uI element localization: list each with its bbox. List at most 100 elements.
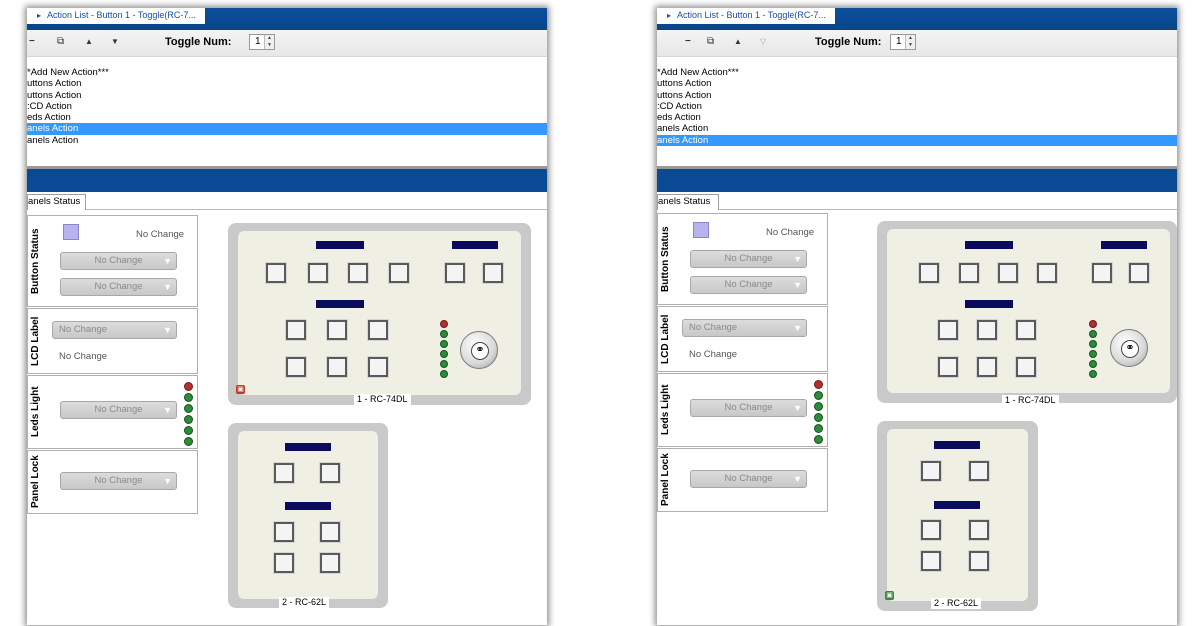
panel-lock-dropdown[interactable]: No Change ▼ [690,470,807,488]
key-switch-icon[interactable]: ⚭ [1110,329,1148,367]
panel-rc-62l[interactable]: ▣ 2 - RC-62L [877,421,1038,611]
button-status-dropdown-2[interactable]: No Change ▼ [60,278,177,296]
panel-rc-74dl[interactable]: ⚭ ▣ 1 - RC-74DL [228,223,531,405]
key-switch-icon[interactable]: ⚭ [460,331,498,369]
toggle-num-input[interactable]: 1 ▲ ▼ [890,34,916,50]
key-icon: ⚭ [1121,340,1139,358]
copy-icon[interactable]: ⧉ [57,36,64,47]
button-status-text: No Change [766,227,815,238]
section-header-bar [27,169,547,192]
tab-title: Action List - Button 1 - Toggle(RC-7... [47,10,196,20]
action-item[interactable]: uttons Action [657,78,1177,89]
tab-panels-status[interactable]: anels Status [657,194,720,210]
minus-icon[interactable]: − [685,36,691,47]
action-item[interactable]: :CD Action [657,101,1177,112]
panel-button[interactable] [367,319,389,341]
panel-button[interactable] [285,356,307,378]
panel-button[interactable] [918,262,940,284]
action-item[interactable]: eds Action [27,112,547,123]
leds-light-dropdown[interactable]: No Change ▼ [60,401,177,419]
panel-rc-74dl[interactable]: ⚭ 1 - RC-74DL [877,221,1177,406]
panel-button[interactable] [968,550,990,572]
action-item[interactable]: uttons Action [27,78,547,89]
color-swatch[interactable] [63,224,79,240]
panel-button[interactable] [1091,262,1113,284]
button-status-dropdown-1[interactable]: No Change ▼ [690,250,807,268]
button-status-dropdown-2[interactable]: No Change ▼ [690,276,807,294]
left-screenshot: ▸ Action List - Button 1 - Toggle(RC-7...… [27,8,547,625]
panel-button[interactable] [285,319,307,341]
panel-button[interactable] [976,356,998,378]
panel-button[interactable] [920,460,942,482]
panel-button[interactable] [319,462,341,484]
panel-button[interactable] [326,356,348,378]
button-status-dropdown-1[interactable]: No Change ▼ [60,252,177,270]
toggle-num-input[interactable]: 1 ▲ ▼ [249,34,275,50]
panel-rc-62l[interactable]: 2 - RC-62L [228,423,388,608]
panel-button[interactable] [388,262,410,284]
panel-button[interactable] [273,462,295,484]
panel-button[interactable] [273,552,295,574]
move-down-icon[interactable]: ▽ [760,37,766,46]
action-item[interactable]: anels Action [657,123,1177,134]
panel-button[interactable] [347,262,369,284]
panel-button[interactable] [1036,262,1058,284]
panel-button[interactable] [1015,319,1037,341]
panel-button[interactable] [319,552,341,574]
toggle-num-label: Toggle Num: [815,36,882,48]
right-screenshot: ▸ Action List - Button 1 - Toggle(RC-7...… [657,8,1177,625]
move-down-icon[interactable]: ▼ [111,37,119,46]
lcd-label-dropdown[interactable]: No Change ▼ [682,319,807,337]
action-item[interactable]: eds Action [657,112,1177,123]
color-swatch[interactable] [693,222,709,238]
action-item[interactable]: uttons Action [27,90,547,101]
panel-button[interactable] [937,319,959,341]
panel-button[interactable] [482,262,504,284]
panel-button[interactable] [319,521,341,543]
led-icon [814,424,823,433]
panel-button[interactable] [265,262,287,284]
action-item-selected[interactable]: anels Action [27,123,547,135]
panel-lock-dropdown[interactable]: No Change ▼ [60,472,177,490]
action-item[interactable]: :CD Action [27,101,547,112]
spinner-icon[interactable]: ▲ ▼ [905,35,915,49]
tab-panels-status[interactable]: anels Status [27,194,87,210]
panel-button[interactable] [367,356,389,378]
leds-light-dropdown[interactable]: No Change ▼ [690,399,807,417]
lcd-label-dropdown[interactable]: No Change ▼ [52,321,177,339]
leds-light-title: Leds Light [660,384,671,436]
action-item[interactable]: *Add New Action*** [27,67,547,78]
panel-caption: 1 - RC-74DL [1002,395,1059,406]
action-item[interactable]: uttons Action [657,90,1177,101]
panel-button[interactable] [1015,356,1037,378]
panel-button[interactable] [997,262,1019,284]
panel-button[interactable] [307,262,329,284]
move-up-icon[interactable]: ▲ [85,37,93,46]
lcd-label-bar [934,501,980,509]
panel-button[interactable] [968,460,990,482]
panel-button[interactable] [326,319,348,341]
panel-button[interactable] [444,262,466,284]
button-status-title: Button Status [30,228,41,294]
chevron-down-icon: ▼ [793,280,802,290]
panel-button[interactable] [958,262,980,284]
move-up-icon[interactable]: ▲ [734,37,742,46]
panel-button[interactable] [937,356,959,378]
action-item-selected[interactable]: anels Action [657,134,1177,147]
minus-icon[interactable]: − [29,36,35,47]
spinner-icon[interactable]: ▲ ▼ [264,35,274,49]
button-status-group: Button Status No Change No Change ▼ No Ch… [657,213,828,305]
action-list-tab[interactable]: ▸ Action List - Button 1 - Toggle(RC-7... [27,8,205,26]
dropdown-value: No Change [724,279,773,290]
panel-button[interactable] [273,521,295,543]
panel-face [887,429,1028,601]
panel-button[interactable] [920,550,942,572]
action-list-tab[interactable]: ▸ Action List - Button 1 - Toggle(RC-7... [657,8,835,26]
action-item[interactable]: *Add New Action*** [657,67,1177,78]
action-item[interactable]: anels Action [27,135,547,146]
panel-button[interactable] [968,519,990,541]
panel-button[interactable] [920,519,942,541]
panel-button[interactable] [976,319,998,341]
panel-button[interactable] [1128,262,1150,284]
copy-icon[interactable]: ⧉ [707,36,714,47]
